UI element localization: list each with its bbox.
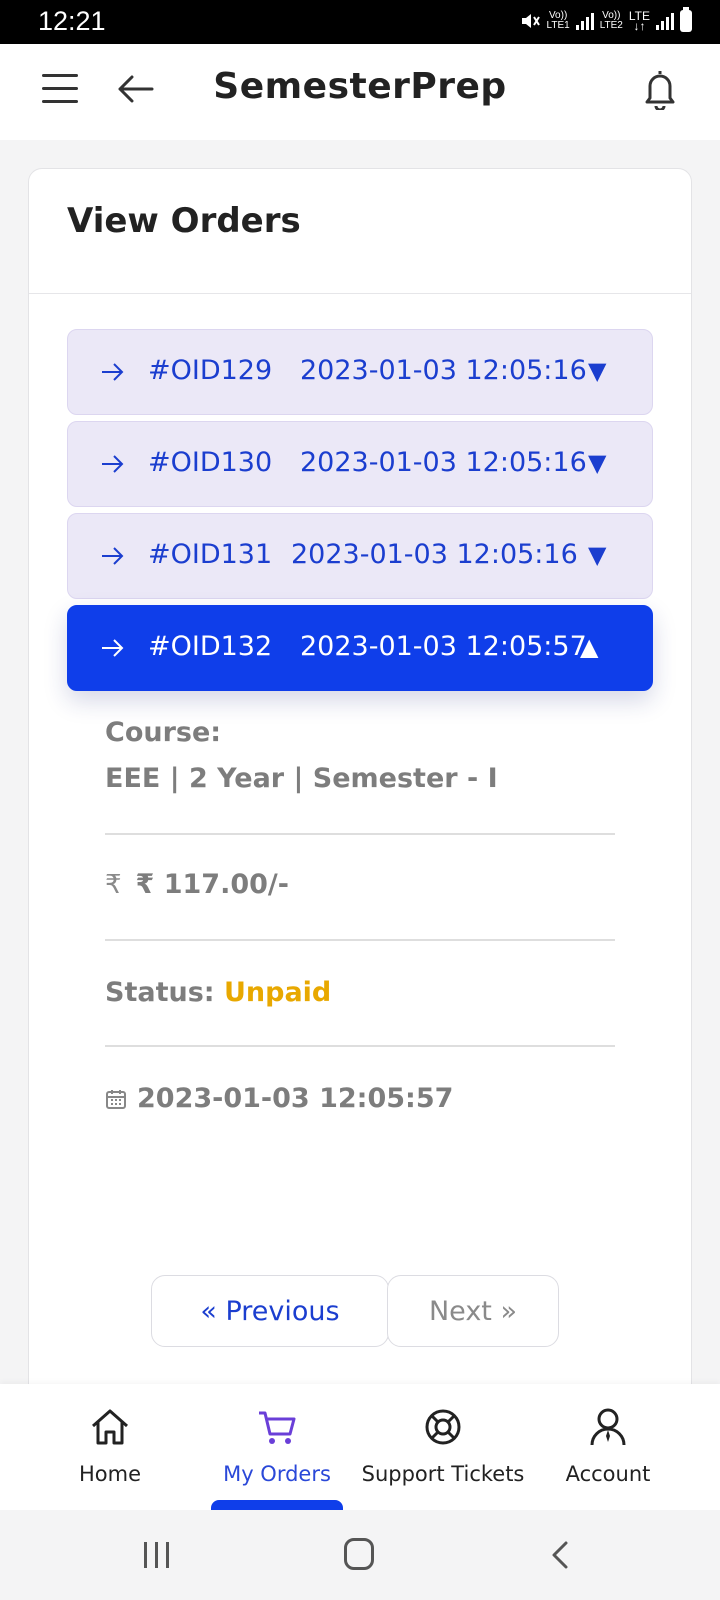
rupee-icon: ₹ — [105, 869, 122, 900]
divider — [105, 1045, 615, 1047]
nav-my-orders[interactable]: My Orders — [187, 1384, 367, 1510]
lifebuoy-icon — [425, 1409, 461, 1445]
order-date-value: 2023-01-03 12:05:57 — [137, 1083, 454, 1114]
price-value: ₹ 117.00/- — [135, 869, 289, 900]
order-price: ₹ ₹ 117.00/- — [105, 869, 289, 900]
bell-icon[interactable] — [642, 68, 678, 110]
page-title: View Orders — [67, 201, 301, 241]
order-datetime: 2023-01-03 12:05:16 — [300, 355, 587, 386]
sim2-indicator: Vo)) LTE2 — [599, 10, 623, 31]
nav-home-label: Home — [78, 1462, 141, 1486]
course-label: Course: — [105, 717, 222, 748]
nav-my-orders-label: My Orders — [223, 1462, 331, 1486]
divider — [105, 939, 615, 941]
recent-apps-icon[interactable] — [144, 1542, 174, 1568]
account-icon — [590, 1408, 626, 1446]
divider — [29, 293, 691, 294]
chevron-up-icon: ▲ — [580, 633, 599, 661]
signal-icon-1 — [575, 12, 594, 30]
arrow-right-icon — [102, 363, 124, 381]
system-nav-bar — [0, 1510, 720, 1600]
network-type: LTE ↓↑ — [628, 9, 650, 33]
status-badge: Unpaid — [223, 977, 332, 1008]
arrow-right-icon — [102, 639, 124, 657]
nav-account[interactable]: Account — [518, 1384, 698, 1510]
order-row-oid129[interactable]: #OID129 2023-01-03 12:05:16 ▼ — [67, 329, 653, 415]
next-page-button[interactable]: Next » — [387, 1275, 559, 1347]
order-id: #OID131 — [148, 539, 273, 570]
bottom-nav: Home My Orders Support Tickets Account — [0, 1384, 720, 1512]
home-icon — [92, 1409, 128, 1445]
arrow-right-icon — [102, 547, 124, 565]
nav-account-label: Account — [565, 1462, 651, 1486]
home-button-icon[interactable] — [344, 1538, 374, 1570]
status-time: 12:21 — [38, 6, 106, 36]
order-date: 2023-01-03 12:05:57 — [105, 1083, 453, 1114]
order-id: #OID130 — [148, 447, 273, 478]
status-icons: Vo)) LTE1 Vo)) LTE2 LTE ↓↑ — [519, 7, 692, 33]
cart-icon — [259, 1411, 296, 1444]
order-datetime: 2023-01-03 12:05:16 — [291, 539, 578, 570]
app-header: SemesterPrep — [0, 44, 720, 140]
system-back-icon[interactable] — [550, 1540, 570, 1570]
nav-support-tickets-label: Support Tickets — [361, 1462, 525, 1486]
app-title: SemesterPrep — [213, 66, 507, 107]
orders-card: View Orders #OID129 2023-01-03 12:05:16 … — [28, 168, 692, 1408]
previous-page-button[interactable]: « Previous — [151, 1275, 389, 1347]
order-datetime: 2023-01-03 12:05:57 — [300, 631, 587, 662]
order-status: Status: Unpaid — [105, 977, 331, 1008]
calendar-icon — [106, 1089, 126, 1109]
chevron-down-icon: ▼ — [588, 449, 607, 477]
order-row-oid130[interactable]: #OID130 2023-01-03 12:05:16 ▼ — [67, 421, 653, 507]
sim1-indicator: Vo)) LTE1 — [546, 10, 570, 31]
arrow-right-icon — [102, 455, 124, 473]
status-bar: 12:21 Vo)) LTE1 Vo)) LTE2 LTE ↓↑ — [0, 0, 720, 44]
divider — [105, 833, 615, 835]
order-id: #OID129 — [148, 355, 273, 386]
signal-icon-2 — [656, 12, 674, 30]
order-id: #OID132 — [148, 631, 273, 662]
nav-home[interactable]: Home — [20, 1384, 200, 1510]
chevron-down-icon: ▼ — [588, 541, 607, 569]
chevron-down-icon: ▼ — [588, 357, 607, 385]
order-row-oid132[interactable]: #OID132 2023-01-03 12:05:57 ▲ — [67, 605, 653, 691]
mute-icon — [521, 14, 540, 28]
course-value: EEE | 2 Year | Semester - I — [105, 763, 498, 794]
battery-icon — [680, 7, 692, 32]
order-datetime: 2023-01-03 12:05:16 — [300, 447, 587, 478]
order-row-oid131[interactable]: #OID131 2023-01-03 12:05:16 ▼ — [67, 513, 653, 599]
status-label: Status: — [105, 977, 215, 1008]
nav-support-tickets[interactable]: Support Tickets — [353, 1384, 533, 1510]
